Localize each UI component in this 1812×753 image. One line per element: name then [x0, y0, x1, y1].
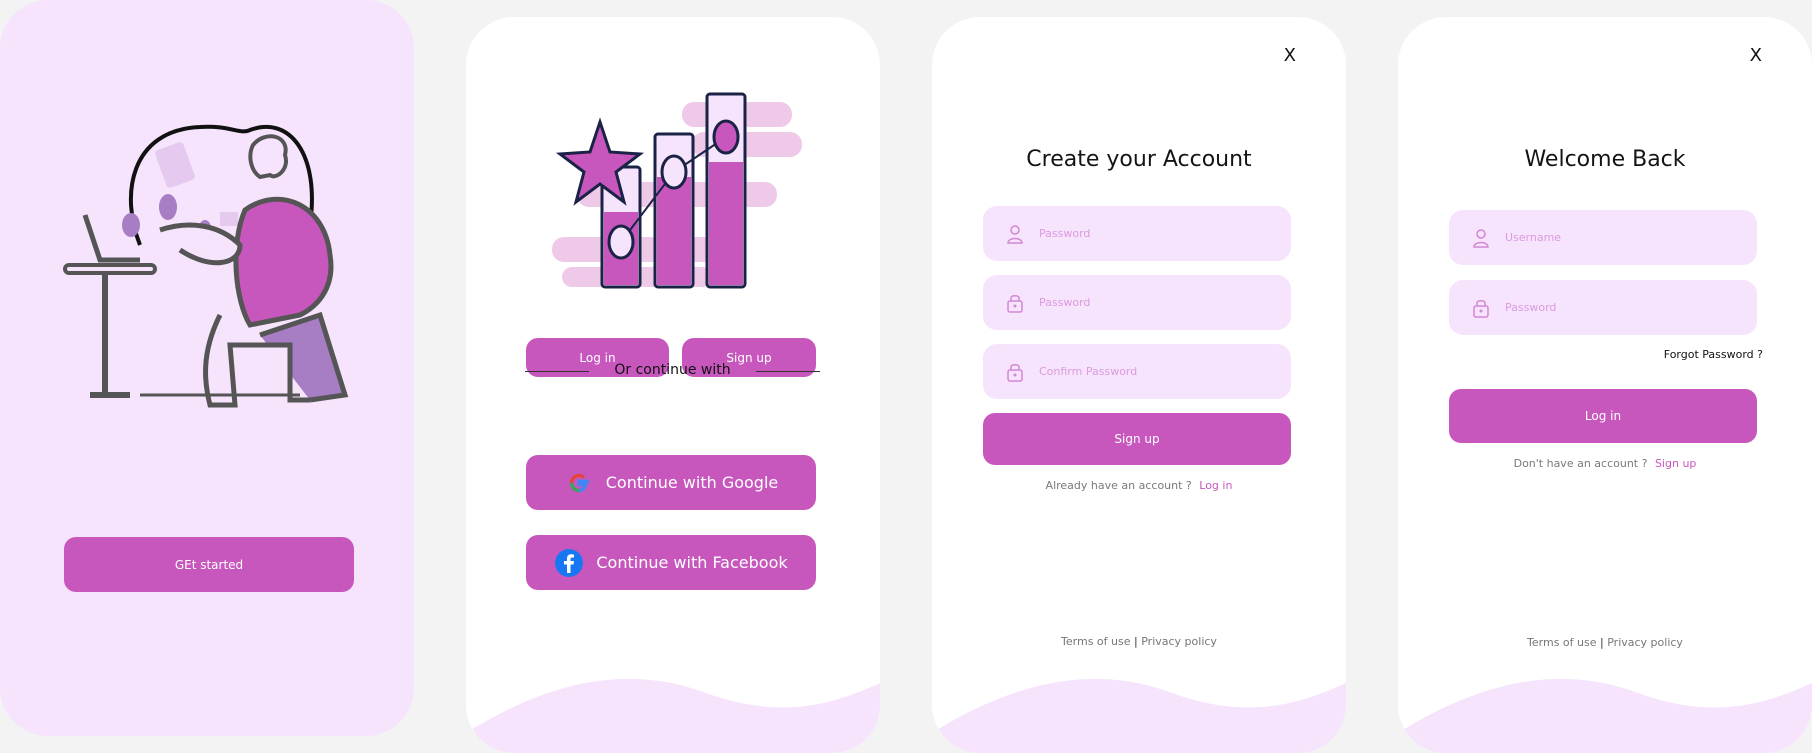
facebook-login-label: Continue with Facebook — [596, 553, 788, 572]
divider-text: Or continue with — [614, 362, 731, 378]
facebook-login-button[interactable]: Continue with Facebook — [526, 535, 816, 590]
login-button[interactable]: Log in — [1449, 389, 1757, 443]
lock-icon — [1007, 294, 1023, 313]
password-input-2[interactable] — [1039, 296, 1269, 309]
google-login-button[interactable]: Continue with Google — [526, 455, 816, 510]
username-input[interactable] — [1505, 231, 1735, 244]
footer-separator: | — [1134, 635, 1138, 648]
password-field[interactable] — [983, 275, 1291, 330]
forgot-password-link[interactable]: Forgot Password ? — [1664, 348, 1763, 361]
close-icon[interactable]: X — [1750, 45, 1762, 66]
footer-links: Terms of use | Privacy policy — [1398, 636, 1812, 649]
divider-line-right — [756, 371, 820, 372]
signup-label: Sign up — [1114, 432, 1160, 446]
person-icon — [1007, 224, 1023, 244]
google-icon — [564, 468, 594, 498]
have-account-text: Already have an account ? — [1045, 479, 1192, 492]
terms-link[interactable]: Terms of use — [1061, 635, 1130, 648]
bottom-wave — [1398, 678, 1812, 753]
get-started-label: GEt started — [174, 557, 244, 572]
get-started-button[interactable]: GEt started — [64, 537, 354, 592]
signup-link[interactable]: Sign up — [1655, 457, 1696, 470]
person-icon — [1473, 228, 1489, 248]
create-account-screen: X Create your Account Sign up Already ha… — [932, 17, 1346, 753]
login-link[interactable]: Log in — [1199, 479, 1232, 492]
footer-separator: | — [1600, 636, 1604, 649]
footer-links: Terms of use | Privacy policy — [932, 635, 1346, 648]
username-field[interactable] — [1449, 210, 1757, 265]
password-field[interactable] — [1449, 280, 1757, 335]
login-label: Log in — [1584, 409, 1622, 423]
login-screen: X Welcome Back Forgot Password ? Log in … — [1398, 17, 1812, 753]
bar-chart-illustration — [552, 92, 802, 289]
username-field[interactable] — [983, 206, 1291, 261]
privacy-link[interactable]: Privacy policy — [1141, 635, 1217, 648]
facebook-icon — [554, 548, 584, 578]
close-icon[interactable]: X — [1284, 45, 1296, 66]
or-continue-divider: Or continue with — [525, 361, 820, 381]
password-input-1[interactable] — [1039, 227, 1269, 240]
person-at-desk-illustration — [63, 124, 349, 408]
confirm-password-field[interactable] — [983, 344, 1291, 399]
bottom-wave — [466, 678, 880, 753]
login-prompt: Already have an account ? Log in — [932, 479, 1346, 492]
welcome-auth-choice-screen: Log in Sign up Or continue with Continue… — [466, 17, 880, 753]
signup-button[interactable]: Sign up — [983, 413, 1291, 465]
terms-link[interactable]: Terms of use — [1527, 636, 1596, 649]
google-login-label: Continue with Google — [605, 473, 779, 492]
page-title: Create your Account — [1026, 147, 1252, 172]
signup-prompt: Don't have an account ? Sign up — [1398, 457, 1812, 470]
page-title: Welcome Back — [1524, 147, 1686, 172]
lock-icon — [1473, 299, 1489, 318]
privacy-link[interactable]: Privacy policy — [1607, 636, 1683, 649]
password-input[interactable] — [1505, 301, 1735, 314]
confirm-password-input[interactable] — [1039, 365, 1269, 378]
bottom-wave — [932, 678, 1346, 753]
no-account-text: Don't have an account ? — [1513, 457, 1648, 470]
lock-icon — [1007, 363, 1023, 382]
onboarding-screen: GEt started — [0, 0, 414, 736]
